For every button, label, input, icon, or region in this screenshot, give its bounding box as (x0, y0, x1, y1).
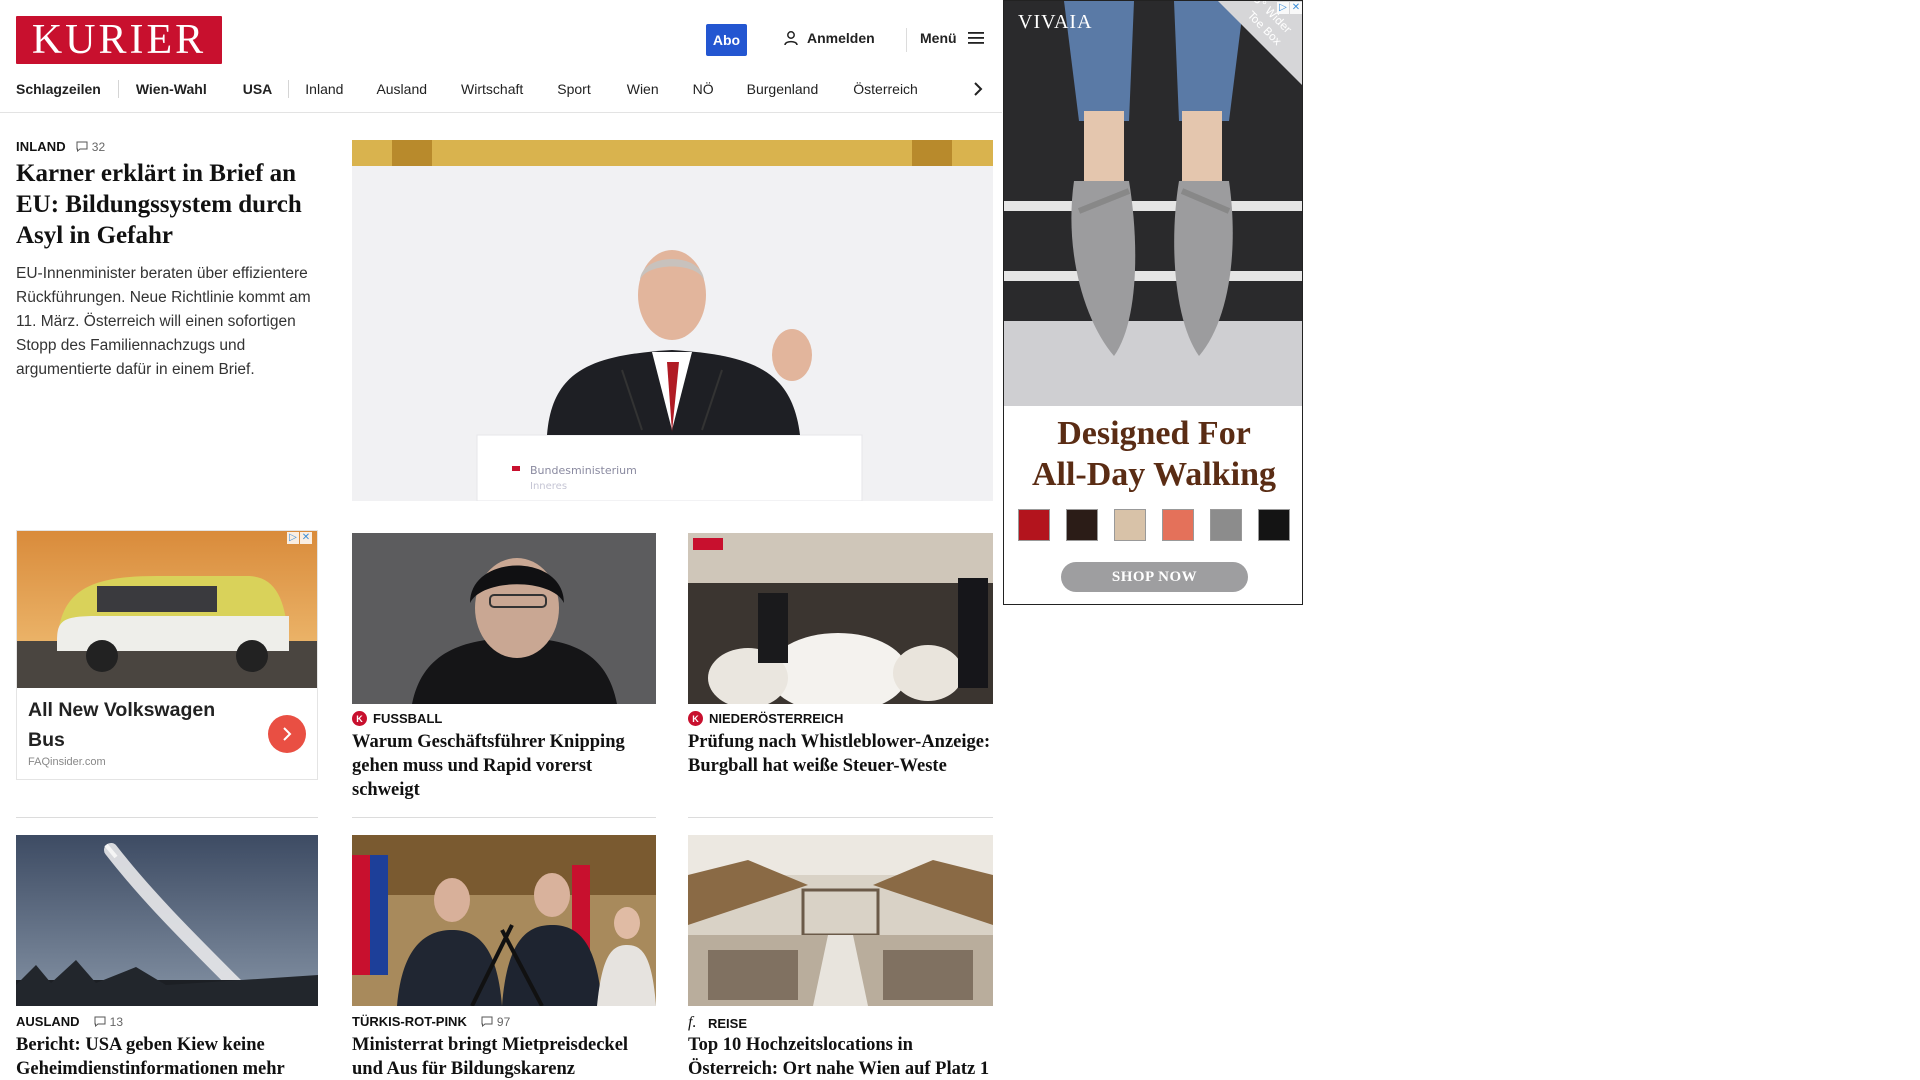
lead-comment-number: 32 (91, 139, 106, 154)
display-ad-brand: VIVAIA (1018, 11, 1093, 33)
freizeit-f-icon: f. (688, 1014, 697, 1031)
user-icon (784, 31, 798, 46)
nav-item-sport[interactable]: Sport (557, 81, 590, 97)
menu-label: Menü (920, 30, 957, 46)
adchoices-icon[interactable]: ▷ (1277, 2, 1289, 14)
nav-item-ausland[interactable]: Ausland (376, 81, 427, 97)
card-divider (352, 817, 656, 818)
card-section-label: AUSLAND (16, 1014, 80, 1029)
card-comment-number: 97 (496, 1014, 511, 1029)
nav-item-oesterreich[interactable]: Österreich (853, 81, 918, 97)
nav-item-wien[interactable]: Wien (627, 81, 659, 97)
card-headline-burgball[interactable]: Prüfung nach Whistleblower-Anzeige: Burg… (688, 730, 994, 778)
card-image-ministerrat[interactable] (352, 835, 656, 1006)
nav-underline (0, 112, 1002, 113)
native-ad-volkswagen[interactable]: ▷ ✕ All New Volkswagen Bus FAQinsider.co… (16, 530, 318, 780)
card-kicker-tuerkis-rot-pink[interactable]: TÜRKIS-ROT-PINK 97 (352, 1014, 510, 1029)
card-headline-rocket[interactable]: Bericht: USA geben Kiew keine Geheimdien… (16, 1033, 322, 1080)
display-ad-headline-line-2: All-Day Walking (1031, 456, 1277, 493)
lead-image-podium-text: Bundesministerium (530, 464, 637, 477)
login-link[interactable]: Anmelden (783, 30, 875, 46)
header-divider (906, 28, 907, 52)
comment-icon (481, 1016, 493, 1027)
native-ad-source: FAQinsider.com (28, 756, 106, 768)
hamburger-icon (967, 32, 984, 44)
ad-choices[interactable]: ▷ ✕ (287, 532, 312, 544)
card-comment-count[interactable]: 13 (94, 1015, 124, 1029)
lead-section-label: INLAND (16, 139, 66, 154)
lead-headline[interactable]: Karner erklärt in Brief an EU: Bildungss… (16, 158, 322, 251)
card-kicker-reise[interactable]: f. REISE (688, 1014, 747, 1032)
swatch-red[interactable] (1018, 509, 1050, 541)
card-divider (16, 817, 318, 818)
kurier-k-icon: K (352, 711, 367, 726)
native-ad-title[interactable]: All New Volkswagen Bus (28, 695, 238, 755)
section-nav: Schlagzeilen Wien-Wahl USA Inland Auslan… (16, 78, 918, 100)
nav-item-usa[interactable]: USA (243, 81, 273, 97)
chevron-right-icon (283, 727, 292, 741)
nav-item-schlagzeilen[interactable]: Schlagzeilen (16, 81, 101, 97)
lead-kicker[interactable]: INLAND 32 (16, 139, 105, 154)
card-section-label: TÜRKIS-ROT-PINK (352, 1014, 467, 1029)
card-comment-count[interactable]: 97 (481, 1015, 511, 1029)
card-image-burgball[interactable] (688, 533, 993, 704)
nav-item-wien-wahl[interactable]: Wien-Wahl (136, 81, 207, 97)
card-headline-ministerrat[interactable]: Ministerrat bringt Mietpreisdeckel und A… (352, 1033, 658, 1080)
swatch-coral[interactable] (1162, 509, 1194, 541)
close-icon[interactable]: ✕ (300, 532, 312, 544)
nav-item-burgenland[interactable]: Burgenland (747, 81, 819, 97)
card-image-fussball[interactable] (352, 533, 656, 704)
kurier-logo[interactable]: KURIER (16, 16, 222, 64)
nav-divider (117, 80, 119, 98)
display-ad-headline: Designed For All-Day Walking (1004, 413, 1302, 495)
lead-comment-count[interactable]: 32 (76, 140, 106, 154)
lead-image[interactable]: Bundesministerium Inneres (352, 140, 993, 501)
native-ad-image (17, 531, 317, 688)
card-headline-fussball[interactable]: Warum Geschäftsführer Knipping gehen mus… (352, 730, 658, 802)
nav-item-inland[interactable]: Inland (305, 81, 343, 97)
card-comment-number: 13 (109, 1014, 124, 1029)
comment-icon (76, 141, 88, 152)
native-ad-arrow-button[interactable] (268, 715, 306, 753)
nav-divider (288, 80, 290, 98)
card-section-label: NIEDERÖSTERREICH (709, 711, 844, 726)
chevron-right-icon (974, 82, 983, 96)
card-divider (688, 817, 993, 818)
comment-icon (94, 1016, 106, 1027)
card-image-rocket[interactable] (16, 835, 318, 1006)
shop-now-button[interactable]: SHOP NOW (1061, 562, 1248, 592)
lead-image-podium-text-2: Inneres (530, 481, 567, 492)
swatch-black[interactable] (1258, 509, 1290, 541)
card-kicker-fussball[interactable]: K FUSSBALL (352, 711, 442, 726)
display-ad-choices[interactable]: ▷ ✕ (1277, 2, 1302, 14)
adchoices-icon[interactable]: ▷ (287, 532, 299, 544)
abo-button[interactable]: Abo (706, 24, 747, 56)
display-ad-headline-line-1: Designed For (1057, 415, 1251, 452)
nav-scroll-right[interactable] (970, 78, 986, 100)
nav-item-wirtschaft[interactable]: Wirtschaft (461, 81, 523, 97)
display-ad-vivaia[interactable]: VIVAIA 5° Wider Toe Box ▷ ✕ Designed For… (1003, 0, 1303, 605)
nav-item-noe[interactable]: NÖ (693, 81, 714, 97)
card-section-label: FUSSBALL (373, 711, 443, 726)
kurier-k-icon: K (688, 711, 703, 726)
close-icon[interactable]: ✕ (1290, 2, 1302, 14)
swatch-brown[interactable] (1066, 509, 1098, 541)
logo-text: KURIER (31, 17, 207, 63)
card-section-label: REISE (708, 1015, 748, 1031)
swatch-beige[interactable] (1114, 509, 1146, 541)
card-kicker-ausland[interactable]: AUSLAND 13 (16, 1014, 123, 1029)
card-headline-hochzeit[interactable]: Top 10 Hochzeitslocations in Österreich:… (688, 1033, 994, 1080)
card-image-hochzeit[interactable] (688, 835, 993, 1006)
login-label: Anmelden (807, 30, 875, 46)
menu-button[interactable]: Menü (920, 30, 985, 46)
color-swatches (1018, 509, 1290, 541)
swatch-grey[interactable] (1210, 509, 1242, 541)
lead-teaser: EU-Innenminister beraten über effiziente… (16, 265, 311, 378)
card-kicker-niederoesterreich[interactable]: K NIEDERÖSTERREICH (688, 711, 843, 726)
